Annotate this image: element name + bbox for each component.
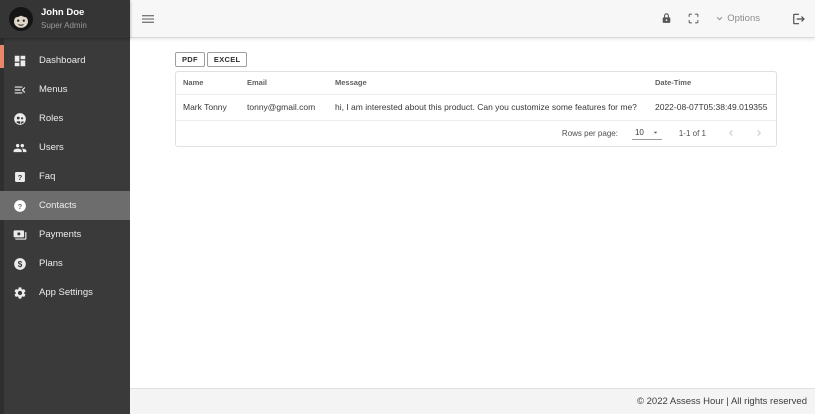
sidebar-item-menus[interactable]: Menus [0,75,130,104]
export-toolbar: PDF EXCEL [175,52,815,67]
svg-text:?: ? [18,172,23,181]
sidebar-item-plans[interactable]: $ Plans [0,249,130,278]
payments-icon [13,228,27,242]
menu-open-icon [13,83,27,97]
main-content: PDF EXCEL Name Email Message Date-Time M… [130,39,815,388]
user-name: John Doe [41,8,87,19]
gear-icon [13,286,27,300]
column-header-email: Email [240,78,328,87]
dropdown-arrow-icon [651,128,660,137]
svg-text:$: $ [18,259,23,268]
sidebar: John Doe Super Admin Dashboard Menus [0,0,130,414]
column-header-name: Name [176,78,240,87]
help-circle-icon: ? [13,199,27,213]
copyright-text: © 2022 Assess Hour | All rights reserved [637,396,807,407]
user-role: Super Admin [41,21,87,30]
pdf-export-button[interactable]: PDF [175,52,205,67]
pagination-range: 1-1 of 1 [679,129,706,138]
table-row[interactable]: Mark Tonny tonny@gmail.com hi, I am inte… [176,95,776,121]
column-header-datetime: Date-Time [648,78,776,87]
options-label: Options [727,13,760,24]
contacts-table-card: Name Email Message Date-Time Mark Tonny … [175,71,777,147]
sidebar-item-payments[interactable]: Payments [0,220,130,249]
chevron-right-icon[interactable] [752,126,766,140]
sidebar-item-dashboard[interactable]: Dashboard [0,46,130,75]
logout-icon[interactable] [792,12,806,26]
table-pagination: Rows per page: 10 1-1 of 1 [176,121,776,146]
rows-per-page-select[interactable]: 10 [632,127,662,140]
user-avatar [9,7,33,31]
sidebar-item-contacts[interactable]: ? Contacts [0,191,130,220]
topbar: Options [130,0,815,38]
roles-circle-icon [13,112,27,126]
sidebar-item-faq[interactable]: ? Faq [0,162,130,191]
rows-per-page-label: Rows per page: [562,129,618,138]
footer: © 2022 Assess Hour | All rights reserved [130,388,815,414]
sidebar-nav: Dashboard Menus Roles [0,38,130,307]
avatar [9,7,33,31]
cell-datetime: 2022-08-07T05:38:49.019355 [648,102,776,112]
cell-email: tonny@gmail.com [240,102,328,112]
table-header-row: Name Email Message Date-Time [176,72,776,95]
svg-text:?: ? [18,201,23,210]
options-dropdown[interactable]: Options [714,13,760,24]
excel-export-button[interactable]: EXCEL [207,52,248,67]
sidebar-user-header[interactable]: John Doe Super Admin [0,0,130,38]
sidebar-item-roles[interactable]: Roles [0,104,130,133]
faq-square-icon: ? [13,170,27,184]
lock-icon[interactable] [660,12,673,25]
dashboard-icon [13,54,27,68]
menu-icon[interactable] [140,11,156,27]
cell-message: hi, I am interested about this product. … [328,102,648,112]
column-header-message: Message [328,78,648,87]
chevron-down-icon [714,13,725,24]
sidebar-item-users[interactable]: Users [0,133,130,162]
users-group-icon [13,141,27,155]
chevron-left-icon[interactable] [724,126,738,140]
sidebar-item-app-settings[interactable]: App Settings [0,278,130,307]
cell-name: Mark Tonny [176,102,240,112]
fullscreen-icon[interactable] [687,12,700,25]
monetization-icon: $ [13,257,27,271]
